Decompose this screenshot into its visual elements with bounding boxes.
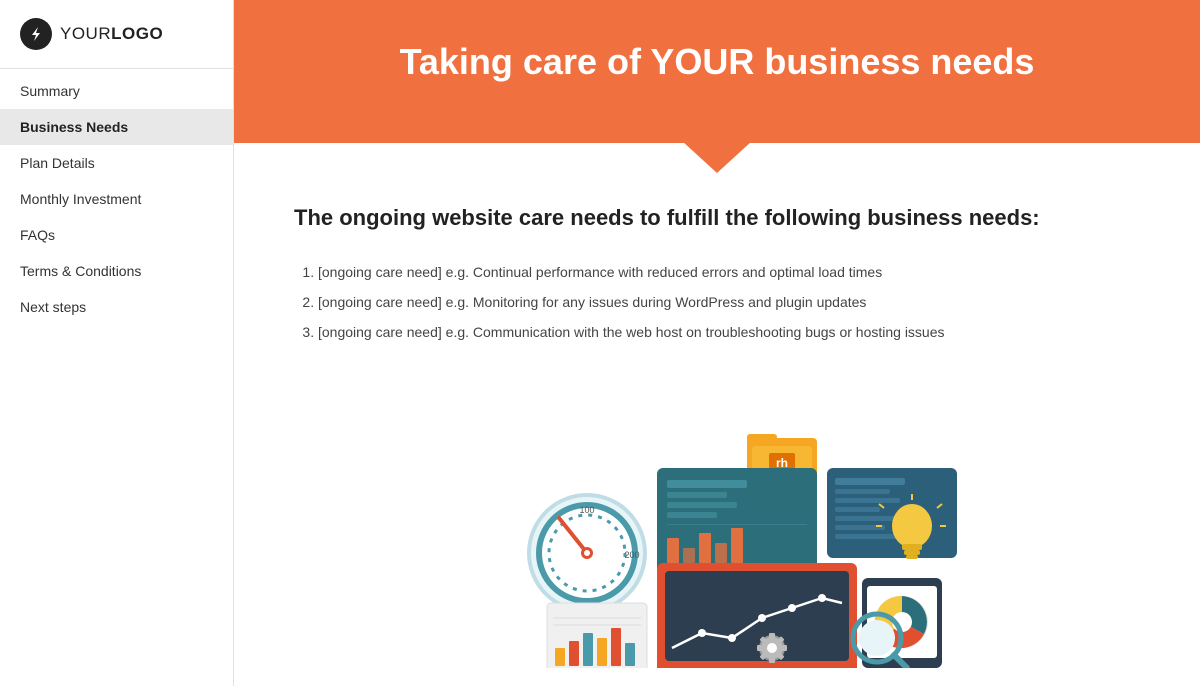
list-item: [ongoing care need] e.g. Communication w… [318, 318, 1140, 346]
content-heading: The ongoing website care needs to fulfil… [294, 203, 1140, 234]
business-needs-list: [ongoing care need] e.g. Continual perfo… [318, 258, 1140, 346]
svg-text:200: 200 [624, 550, 639, 560]
sidebar-item-business-needs[interactable]: Business Needs [0, 109, 233, 145]
hero-banner: Taking care of YOUR business needs [234, 0, 1200, 143]
svg-text:100: 100 [579, 505, 594, 515]
sidebar-item-plan-details[interactable]: Plan Details [0, 145, 233, 181]
hero-title: Taking care of YOUR business needs [294, 40, 1140, 83]
business-illustration: rh [467, 408, 967, 668]
hero-chevron [682, 141, 752, 173]
nav-divider [0, 68, 233, 69]
logo-your: YOUR [60, 24, 111, 43]
logo-text: YOURLOGO [60, 24, 163, 44]
logo-area: YOURLOGO [0, 0, 233, 68]
list-item: [ongoing care need] e.g. Continual perfo… [318, 258, 1140, 286]
sidebar-item-monthly-investment[interactable]: Monthly Investment [0, 181, 233, 217]
logo-bold: LOGO [111, 24, 163, 43]
sidebar-nav: Summary Business Needs Plan Details Mont… [0, 73, 233, 325]
sidebar-item-summary[interactable]: Summary [0, 73, 233, 109]
content-area: The ongoing website care needs to fulfil… [234, 143, 1200, 388]
sidebar-item-terms-conditions[interactable]: Terms & Conditions [0, 253, 233, 289]
svg-text:rh: rh [776, 456, 788, 470]
sidebar: YOURLOGO Summary Business Needs Plan Det… [0, 0, 234, 686]
illustration-area: rh [234, 388, 1200, 686]
logo-icon [20, 18, 52, 50]
sidebar-item-next-steps[interactable]: Next steps [0, 289, 233, 325]
main-content: Taking care of YOUR business needs The o… [234, 0, 1200, 686]
sidebar-item-faqs[interactable]: FAQs [0, 217, 233, 253]
list-item: [ongoing care need] e.g. Monitoring for … [318, 288, 1140, 316]
